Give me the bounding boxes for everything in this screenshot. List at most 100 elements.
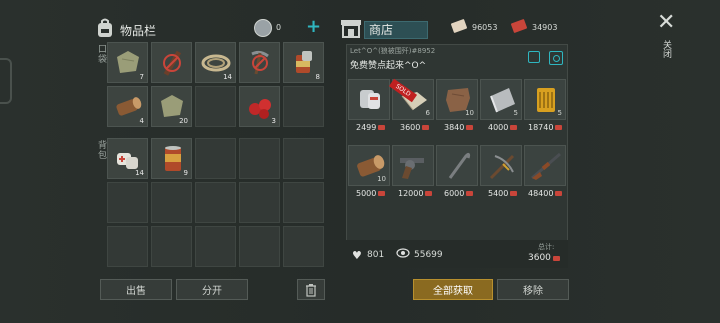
filter-icon [537, 88, 555, 112]
pocket-slot-cloth[interactable]: 7 [107, 42, 148, 83]
shop-item-log[interactable]: 10 [348, 145, 390, 186]
price-revolver: 12000 [398, 189, 433, 198]
slot-count: 7 [139, 73, 144, 81]
views-count: 55699 [414, 250, 443, 260]
shop-item-metal[interactable]: 5 [480, 79, 522, 120]
dogtag-icon [360, 90, 380, 109]
shop-item-rifle[interactable] [524, 145, 566, 186]
ticket-icon [510, 191, 518, 196]
buy-all-button[interactable]: 全部获取 [413, 279, 493, 300]
crossbow-icon [489, 154, 515, 180]
backpack-slot-bandage[interactable]: 14 [107, 138, 148, 179]
pocket-slot-log[interactable]: 4 [107, 86, 148, 127]
price-leather: 3840 [444, 123, 474, 132]
remove-button[interactable]: 移除 [497, 279, 569, 300]
backpack-slot-empty[interactable] [195, 226, 236, 267]
shop-item-crowbar[interactable] [436, 145, 478, 186]
backpack-slot-empty[interactable] [151, 226, 192, 267]
ticket-icon [466, 125, 474, 130]
backpack-slot-empty[interactable] [195, 182, 236, 223]
currency1-value: 96053 [472, 23, 498, 32]
seller-info: Let^O^(狼被围歼)#8952 [350, 46, 435, 56]
shop-item-cloth-sold[interactable]: SOLD 6 [388, 78, 434, 120]
shop-item-filter[interactable]: 5 [524, 79, 566, 120]
shop-item-crossbow[interactable] [480, 145, 522, 186]
revolver-icon [400, 158, 424, 179]
add-coins-button[interactable]: + [306, 16, 321, 37]
price-crowbar: 6000 [444, 189, 474, 198]
backpack-slot-empty[interactable] [239, 182, 280, 223]
price-metal: 4000 [488, 123, 518, 132]
canned-food-icon [165, 146, 181, 171]
ticket-icon [466, 191, 474, 196]
cloth-icon [117, 51, 139, 73]
backpack-slot-empty[interactable] [283, 138, 324, 179]
crowbar-icon [448, 152, 471, 179]
price-cloth: 3600 [400, 123, 430, 132]
cloth-icon [161, 95, 183, 117]
ticket-icon [422, 125, 430, 130]
metal-sheet-icon [490, 88, 515, 113]
rope-icon [201, 54, 231, 72]
coin-icon [254, 19, 272, 37]
side-handle[interactable] [0, 58, 12, 104]
log-icon [116, 97, 142, 116]
rifle-icon [531, 152, 561, 180]
berries-icon [249, 99, 271, 119]
pickaxe-icon [251, 50, 269, 75]
ticket-icon [555, 125, 563, 130]
seller-name: Let^O^(狼被围歼) [350, 47, 412, 55]
backpack-slot-empty[interactable] [283, 226, 324, 267]
pocket-slot-empty[interactable] [283, 86, 324, 127]
shop-message: 免费赞点起来^O^ [350, 61, 427, 71]
pocket-slot-rope[interactable]: 14 [195, 42, 236, 83]
eye-icon [396, 248, 410, 258]
price-crossbow: 5400 [488, 189, 518, 198]
likes-count: 801 [367, 250, 385, 260]
pocket-slot-cans[interactable]: 8 [283, 42, 324, 83]
inventory-title: 物品栏 [120, 24, 157, 38]
ticket-icon [510, 125, 518, 130]
backpack-slot-empty[interactable] [151, 182, 192, 223]
shop-item-revolver[interactable] [392, 145, 434, 186]
pocket-slot-berries[interactable]: 3 [239, 86, 280, 127]
backpack-slot-empty[interactable] [107, 226, 148, 267]
shop-icon [340, 18, 362, 38]
edit-icon[interactable] [528, 51, 540, 63]
ticket-icon [425, 191, 433, 196]
trash-button[interactable] [297, 279, 325, 300]
shop-title: 商店 [364, 21, 428, 39]
price-filter: 18740 [528, 123, 563, 132]
shop-item-dogtag[interactable] [348, 79, 390, 120]
price-log: 5000 [356, 189, 386, 198]
backpack-slot-empty[interactable] [283, 182, 324, 223]
backpack-slot-empty[interactable] [195, 138, 236, 179]
canned-food-icon [296, 51, 312, 73]
pocket-slot-tool[interactable] [151, 42, 192, 83]
backpack-slot-empty[interactable] [239, 138, 280, 179]
trash-icon [306, 283, 316, 297]
close-icon[interactable]: ✕ [657, 12, 675, 34]
pocket-slot-empty[interactable] [195, 86, 236, 127]
split-button[interactable]: 分开 [176, 279, 248, 300]
total-label: 总计: [538, 243, 555, 251]
heart-icon[interactable]: ♥ [352, 249, 362, 262]
backpack-slot-empty[interactable] [107, 182, 148, 223]
pocket-slot-pickaxe[interactable] [239, 42, 280, 83]
backpack-slot-can[interactable]: 9 [151, 138, 192, 179]
pocket-slot-cloth-2[interactable]: 20 [151, 86, 192, 127]
currency2-value: 34903 [532, 23, 558, 32]
sell-button[interactable]: 出售 [100, 279, 172, 300]
shop-item-leather[interactable]: 10 [436, 79, 478, 120]
backpack-slot-empty[interactable] [239, 226, 280, 267]
ticket-icon [378, 125, 386, 130]
total-value: 3600 [528, 253, 560, 263]
seller-id: #8952 [411, 47, 436, 55]
settings-icon[interactable] [549, 51, 563, 65]
price-dogtag: 2499 [356, 123, 386, 132]
ticket-icon [552, 255, 560, 261]
chisel-icon [163, 50, 182, 76]
ticket-icon [555, 191, 563, 196]
close-label[interactable]: 关闭 [660, 40, 673, 58]
ticket-icon [378, 191, 386, 196]
